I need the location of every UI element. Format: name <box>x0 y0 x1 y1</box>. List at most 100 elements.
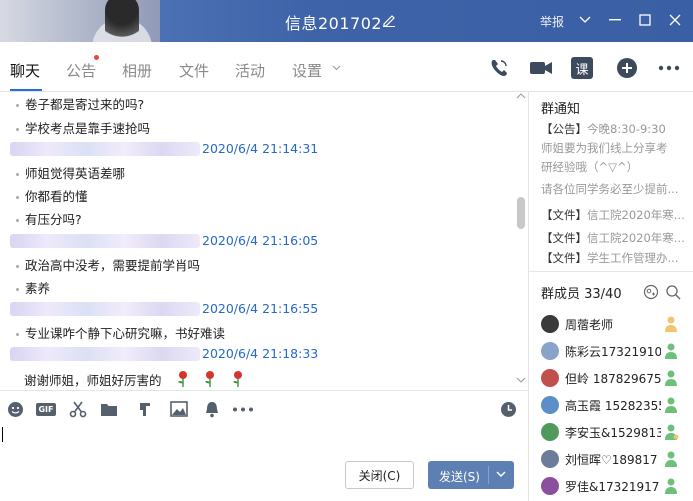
chat-message[interactable]: 师姐觉得英语差哪 <box>16 163 125 182</box>
member-item[interactable]: 周蓿老师 <box>541 313 691 335</box>
send-options-chevron-icon[interactable] <box>494 467 508 481</box>
chat-message[interactable]: 你都看的懂 <box>16 186 88 205</box>
member-avatar <box>541 396 559 414</box>
chat-scrollbar-thumb[interactable] <box>517 197 525 229</box>
message-timestamp: 2020/6/4 21:18:33 <box>202 346 319 361</box>
blurred-sender-name <box>10 302 200 316</box>
text-caret <box>2 427 3 442</box>
chat-message[interactable]: 谢谢师姐，师姐好厉害的 <box>24 370 245 389</box>
close-button[interactable]: 关闭(C) <box>345 461 414 489</box>
chat-message-list[interactable]: 卷子都是寄过来的吗? 学校考点是靠手速抢吗 2020/6/4 21:14:31 … <box>0 92 528 390</box>
member-role-icon <box>665 343 677 359</box>
image-icon[interactable] <box>170 400 188 418</box>
scissors-icon[interactable] <box>69 400 87 418</box>
tab-announcements[interactable]: 公告 <box>66 60 96 81</box>
blurred-sender-name <box>10 234 200 248</box>
member-name: 刘恒晖♡189817 <box>565 453 658 467</box>
panel-divider <box>529 271 693 272</box>
rose-emoji-icon <box>177 371 187 387</box>
member-role-icon <box>665 316 677 332</box>
chat-message[interactable]: 专业课咋个静下心研究嘛，书好难读 <box>16 323 225 342</box>
minimize-button[interactable] <box>604 9 626 31</box>
member-name: 高玉霞 15282355 <box>565 399 661 413</box>
member-item[interactable]: 罗佳&17321917 <box>541 475 691 497</box>
member-role-icon <box>665 478 677 494</box>
message-timestamp: 2020/6/4 21:14:31 <box>202 141 319 156</box>
blurred-sender-name <box>10 347 200 361</box>
folder-icon[interactable] <box>100 400 118 418</box>
notice-file[interactable]: 【文件】信工院2020年寒... <box>541 207 691 223</box>
add-icon[interactable] <box>614 55 640 81</box>
tab-settings[interactable]: 设置 <box>292 60 322 81</box>
group-banner-image <box>0 0 160 42</box>
course-icon[interactable]: 课 <box>571 57 593 79</box>
member-item[interactable]: 但岭 187829675 <box>541 367 691 389</box>
member-avatar <box>541 477 559 495</box>
member-role-icon <box>665 397 677 413</box>
chat-message[interactable]: 政治高中没考，需要提前学肖吗 <box>16 255 200 274</box>
more-dots-icon[interactable] <box>232 400 254 418</box>
member-name: 罗佳&17321917 <box>565 480 660 494</box>
close-window-button[interactable] <box>664 9 686 31</box>
member-avatar <box>541 423 559 441</box>
music-icon[interactable] <box>136 400 154 418</box>
send-button[interactable]: 发送(S) <box>428 461 514 489</box>
notice-file[interactable]: 【文件】学生工作管理办... <box>541 250 691 266</box>
video-icon[interactable] <box>528 55 554 81</box>
notice-item[interactable]: 请各位同学务必至少提前... <box>541 181 691 197</box>
message-timestamp: 2020/6/4 21:16:55 <box>202 301 319 316</box>
member-item[interactable]: 刘恒晖♡189817 <box>541 448 691 470</box>
notice-file[interactable]: 【文件】信工院2020年寒... <box>541 230 691 246</box>
member-avatar <box>541 315 559 333</box>
rose-emoji-icon <box>205 371 215 387</box>
member-search-icon[interactable] <box>665 284 681 300</box>
chat-message[interactable]: 有压分吗? <box>16 209 82 228</box>
send-button-divider <box>488 466 489 484</box>
window-title: 信息201702 <box>285 14 383 33</box>
dropdown-icon[interactable] <box>574 9 596 31</box>
member-item[interactable]: 陈彩云17321910 <box>541 340 691 362</box>
notice-item[interactable]: 研经验哦（^▽^） <box>541 159 691 175</box>
report-button[interactable]: 举报 <box>540 13 564 30</box>
message-timestamp: 2020/6/4 21:16:05 <box>202 233 319 248</box>
notice-item[interactable]: 师姐要为我们线上分享考 <box>541 140 691 156</box>
unread-dot <box>94 55 99 60</box>
member-item[interactable]: 高玉霞 15282355 <box>541 394 691 416</box>
blurred-sender-name <box>10 142 200 156</box>
phone-icon[interactable] <box>486 55 512 81</box>
tab-chat[interactable]: 聊天 <box>10 60 40 81</box>
scroll-down-arrow-icon[interactable] <box>516 376 526 384</box>
settings-chevron-down-icon[interactable] <box>332 65 341 71</box>
tab-activities[interactable]: 活动 <box>235 60 265 81</box>
member-avatar <box>541 450 559 468</box>
member-name: 但岭 187829675 <box>565 372 661 386</box>
member-name: 李安玉&1529813 <box>565 426 661 440</box>
tab-files[interactable]: 文件 <box>179 60 209 81</box>
member-avatar <box>541 369 559 387</box>
notice-item[interactable]: 【公告】今晚8:30-9:30 <box>541 121 691 137</box>
group-notice-title: 群通知 <box>541 102 581 117</box>
tab-bar: 聊天 公告 相册 文件 活动 设置 课 <box>0 42 693 92</box>
active-tab-indicator <box>10 89 42 91</box>
title-bar: 信息201702 举报 <box>0 0 693 42</box>
rose-emoji-icon <box>233 371 243 387</box>
member-manage-icon[interactable] <box>643 284 659 300</box>
emoji-icon[interactable] <box>6 400 24 418</box>
chat-message[interactable]: 素养 <box>16 278 50 297</box>
send-button-label: 发送(S) <box>439 470 480 484</box>
member-item[interactable]: 李安玉&1529813 <box>541 421 691 443</box>
member-role-icon <box>665 451 677 467</box>
bell-icon[interactable] <box>203 400 221 418</box>
input-toolbar: GIF <box>0 390 528 424</box>
edit-icon[interactable] <box>382 13 396 27</box>
maximize-button[interactable] <box>634 9 656 31</box>
chat-message[interactable]: 卷子都是寄过来的吗? <box>16 94 144 113</box>
tab-album[interactable]: 相册 <box>122 60 152 81</box>
chat-message[interactable]: 学校考点是靠手速抢吗 <box>16 118 150 137</box>
history-icon[interactable] <box>499 400 517 418</box>
more-icon[interactable] <box>656 55 682 81</box>
scroll-up-arrow-icon[interactable] <box>516 92 526 100</box>
member-role-icon <box>665 424 679 440</box>
gif-icon[interactable]: GIF <box>36 400 56 418</box>
message-input[interactable] <box>0 424 528 459</box>
